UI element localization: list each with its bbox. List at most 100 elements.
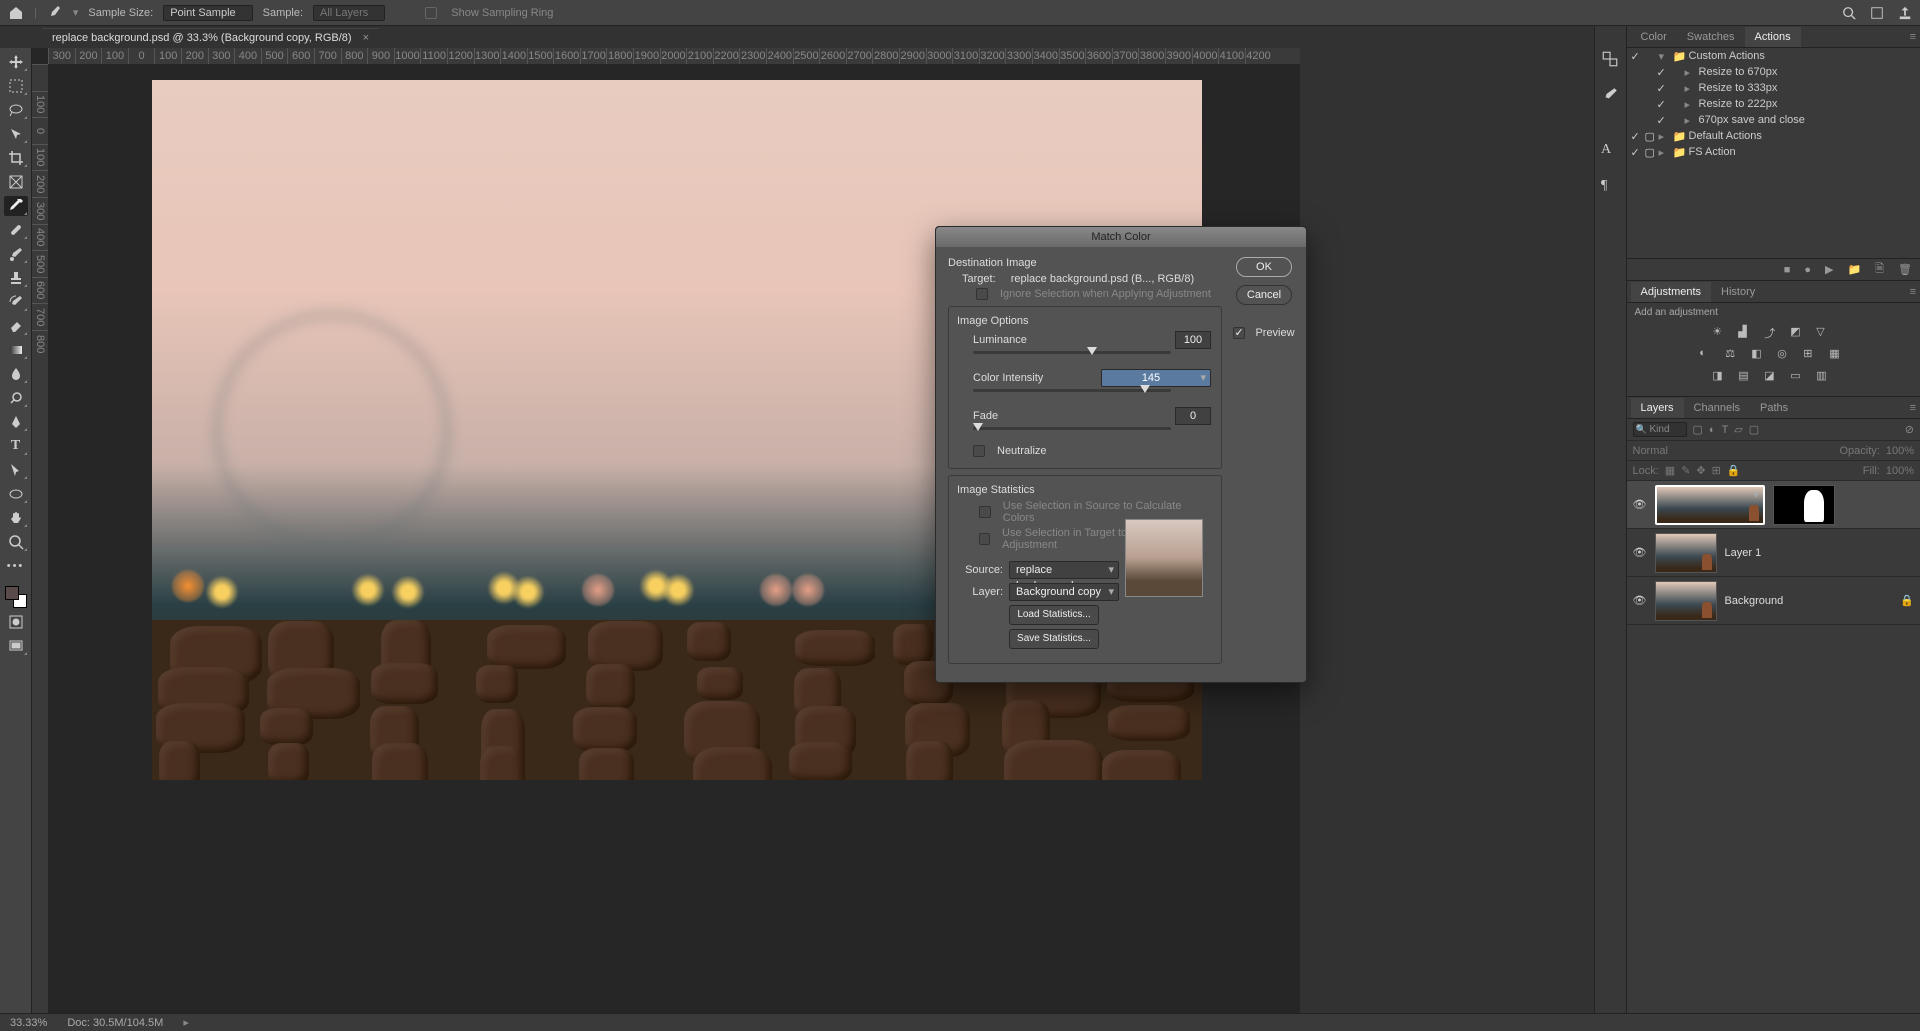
pen-tool[interactable] [4, 412, 28, 432]
lasso-tool[interactable] [4, 100, 28, 120]
type-tool[interactable]: T [4, 436, 28, 456]
healing-tool[interactable] [4, 220, 28, 240]
hand-tool[interactable] [4, 508, 28, 528]
layer-thumb[interactable] [1655, 533, 1717, 573]
edit-toolbar[interactable]: ••• [4, 556, 28, 576]
tab-swatches[interactable]: Swatches [1677, 27, 1745, 47]
close-tab-icon[interactable]: × [363, 32, 369, 44]
brightness-icon[interactable]: ☀ [1712, 325, 1730, 341]
layer-row-background[interactable]: 👁 Background 🔒 [1627, 577, 1920, 625]
layer-thumb[interactable] [1655, 581, 1717, 621]
colorbalance-icon[interactable]: ⚖ [1725, 347, 1743, 363]
color-intensity-input[interactable]: 145 [1101, 369, 1211, 387]
levels-icon[interactable]: ▟ [1738, 325, 1756, 341]
share-icon[interactable] [1898, 6, 1912, 20]
tab-history[interactable]: History [1711, 282, 1765, 302]
action-folder-fs[interactable]: ▢▸📁FS Action [1627, 144, 1920, 160]
source-dropdown[interactable]: replace background.... [1009, 561, 1119, 579]
filter-shape-icon[interactable]: ▱ [1734, 423, 1742, 436]
color-intensity-slider[interactable] [973, 387, 1211, 401]
record-icon[interactable]: ● [1804, 264, 1811, 276]
curves-icon[interactable]: ⤴ [1764, 325, 1782, 341]
lock-transparent-icon[interactable]: ▦ [1665, 464, 1675, 477]
blur-tool[interactable] [4, 364, 28, 384]
panel-menu-icon[interactable]: ≡ [1910, 31, 1916, 43]
new-action-icon[interactable]: 🗎 [1875, 260, 1884, 279]
selectivecolor-icon[interactable]: ▥ [1816, 369, 1834, 385]
opacity-value[interactable]: 100% [1886, 445, 1914, 457]
tab-actions[interactable]: Actions [1745, 27, 1801, 47]
tab-paths[interactable]: Paths [1750, 398, 1798, 418]
visibility-icon[interactable]: 👁 [1633, 498, 1647, 511]
cancel-button[interactable]: Cancel [1236, 285, 1292, 305]
eraser-tool[interactable] [4, 316, 28, 336]
visibility-icon[interactable]: 👁 [1633, 594, 1647, 607]
eyedropper-tool[interactable] [4, 196, 28, 216]
play-icon[interactable]: ▶ [1825, 263, 1833, 276]
workspace-icon[interactable] [1870, 6, 1884, 20]
quickmask-toggle[interactable] [4, 612, 28, 632]
frame-tool[interactable] [4, 172, 28, 192]
filter-smart-icon[interactable]: ▢ [1749, 423, 1759, 436]
invert-icon[interactable]: ◨ [1712, 369, 1730, 385]
exposure-icon[interactable]: ◩ [1790, 325, 1808, 341]
lock-pixels-icon[interactable]: ✎ [1681, 464, 1690, 477]
show-sampling-ring-checkbox[interactable] [425, 7, 437, 19]
tab-adjustments[interactable]: Adjustments [1631, 282, 1712, 302]
quick-select-tool[interactable] [4, 124, 28, 144]
layer-dropdown[interactable]: Background copy [1009, 583, 1119, 601]
filter-type-icon[interactable]: T [1722, 424, 1729, 436]
fade-input[interactable]: 0 [1175, 407, 1211, 425]
eyedropper-tool-icon[interactable] [47, 5, 63, 21]
bw-icon[interactable]: ◧ [1751, 347, 1769, 363]
action-folder-default[interactable]: ▢▸📁Default Actions [1627, 128, 1920, 144]
photofilter-icon[interactable]: ◎ [1777, 347, 1795, 363]
fade-slider[interactable] [973, 425, 1211, 439]
lock-all-icon[interactable]: 🔒 [1727, 464, 1741, 477]
gradient-tool[interactable] [4, 340, 28, 360]
layer-thumb[interactable] [1655, 485, 1765, 525]
crop-tool[interactable] [4, 148, 28, 168]
action-item[interactable]: ▸Resize to 222px [1627, 96, 1920, 112]
colorlookup-icon[interactable]: ▦ [1829, 347, 1847, 363]
status-arrow-icon[interactable]: ▸ [183, 1016, 189, 1029]
luminance-input[interactable]: 100 [1175, 331, 1211, 349]
filter-image-icon[interactable]: ▢ [1693, 423, 1703, 436]
home-icon[interactable] [8, 5, 24, 21]
neutralize-checkbox[interactable] [973, 445, 985, 457]
luminance-slider[interactable] [973, 349, 1211, 363]
action-item[interactable]: ▸670px save and close [1627, 112, 1920, 128]
ok-button[interactable]: OK [1236, 257, 1292, 277]
layer-row-background-copy[interactable]: 👁 [1627, 481, 1920, 529]
layer-filter-kind[interactable]: Kind [1633, 422, 1687, 437]
zoom-tool[interactable] [4, 532, 28, 552]
character-panel-icon[interactable]: A [1601, 142, 1619, 160]
shape-tool[interactable] [4, 484, 28, 504]
move-tool[interactable] [4, 52, 28, 72]
blend-mode-dropdown[interactable]: Normal [1633, 445, 1668, 457]
screenmode-toggle[interactable] [4, 636, 28, 656]
save-statistics-button[interactable]: Save Statistics... [1009, 629, 1099, 649]
layer-name[interactable]: Background [1725, 595, 1893, 607]
search-icon[interactable] [1842, 6, 1856, 20]
filter-adjust-icon[interactable]: ◐ [1709, 424, 1716, 436]
layer-mask-thumb[interactable] [1773, 485, 1835, 525]
filter-toggle[interactable]: ⊘ [1905, 423, 1914, 436]
paragraph-panel-icon[interactable]: ¶ [1601, 178, 1619, 196]
posterize-icon[interactable]: ▤ [1738, 369, 1756, 385]
gradientmap-icon[interactable]: ▭ [1790, 369, 1808, 385]
tab-layers[interactable]: Layers [1631, 398, 1684, 418]
threshold-icon[interactable]: ◪ [1764, 369, 1782, 385]
document-tab[interactable]: replace background.psd @ 33.3% (Backgrou… [42, 28, 379, 47]
brush-tool[interactable] [4, 244, 28, 264]
lock-position-icon[interactable]: ✥ [1696, 464, 1705, 477]
panel-menu-icon[interactable]: ≡ [1910, 402, 1916, 414]
tab-color[interactable]: Color [1631, 27, 1677, 47]
layer-row-layer1[interactable]: 👁 Layer 1 [1627, 529, 1920, 577]
action-item[interactable]: ▸Resize to 333px [1627, 80, 1920, 96]
channelmixer-icon[interactable]: ⊞ [1803, 347, 1821, 363]
marquee-tool[interactable] [4, 76, 28, 96]
panel-menu-icon[interactable]: ≡ [1910, 286, 1916, 298]
stop-icon[interactable]: ■ [1784, 264, 1791, 276]
fill-value[interactable]: 100% [1886, 465, 1914, 477]
